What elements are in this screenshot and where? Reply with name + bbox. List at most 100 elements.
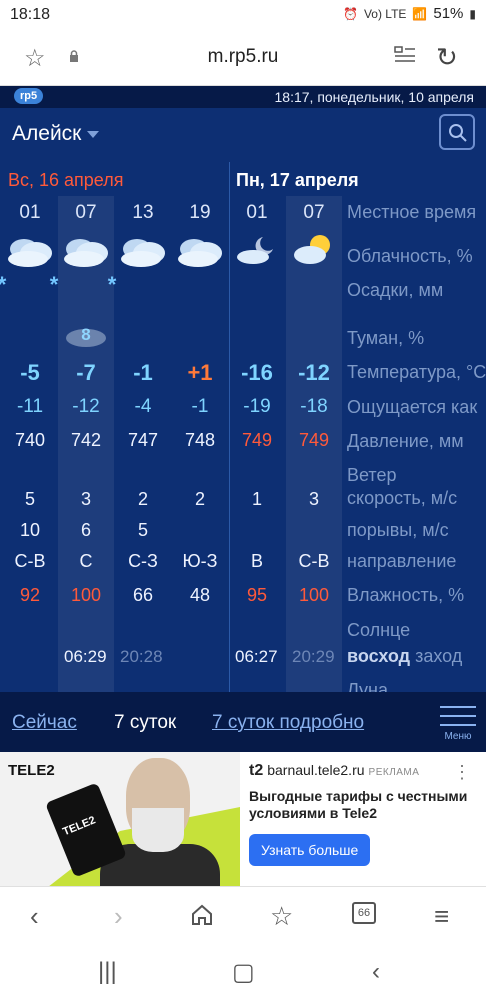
- humidity-cell: 100: [70, 585, 102, 605]
- battery-text: 51%: [433, 5, 464, 22]
- rp5-logo[interactable]: rp5: [14, 88, 44, 104]
- temp-cell: -7: [76, 360, 96, 385]
- humidity-cell: 100: [298, 585, 330, 605]
- humidity-cell: 48: [189, 585, 211, 605]
- label-wind-speed: скорость, м/с: [347, 488, 458, 508]
- clock: 18:18: [10, 6, 51, 23]
- alarm-icon: ⏰: [342, 6, 358, 21]
- gust-cell: 10: [19, 520, 41, 540]
- home-icon[interactable]: [190, 903, 214, 927]
- feels-cell: -12: [72, 396, 100, 417]
- pressure-cell: 749: [298, 430, 330, 450]
- hour-cell: 19: [189, 202, 211, 223]
- overcast-cloud-icon: [121, 239, 165, 267]
- week-tab[interactable]: 7 суток: [114, 712, 176, 734]
- learn-more-button[interactable]: Узнать больше: [249, 834, 371, 866]
- humidity-cell: 66: [132, 585, 154, 605]
- home-button-icon[interactable]: ▢: [232, 958, 255, 987]
- ad-brand-logo: TELE2: [8, 762, 55, 779]
- t2-logo: t2: [249, 762, 264, 779]
- pressure-cell: 740: [14, 430, 46, 450]
- label-feels: Ощущается как: [347, 397, 478, 417]
- wind-speed-cell: 1: [251, 489, 262, 509]
- reload-icon[interactable]: ↻: [436, 42, 458, 73]
- wind-speed-cell: 2: [137, 489, 148, 509]
- bookmarks-icon[interactable]: ☆: [270, 901, 293, 932]
- label-sunset: заход: [415, 646, 463, 666]
- reader-mode-icon[interactable]: [394, 46, 416, 66]
- browser-menu-icon[interactable]: ≡: [434, 901, 449, 932]
- search-button[interactable]: [439, 114, 475, 150]
- now-link[interactable]: Сейчас: [12, 712, 77, 734]
- ad-source: t2 barnaul.tele2.ru РЕКЛАМА: [249, 762, 420, 779]
- wind-direction-cell: С-В: [298, 551, 330, 571]
- menu-button[interactable]: Меню: [440, 706, 476, 742]
- sunrise-time: 06:29: [64, 647, 107, 666]
- label-wind: Ветер: [347, 465, 397, 485]
- wind-direction-cell: Ю-З: [182, 551, 218, 571]
- hour-cell: 13: [132, 202, 154, 223]
- hour-cell: 07: [303, 202, 325, 223]
- back-icon[interactable]: ‹: [30, 901, 39, 932]
- battery-icon: ▮: [469, 6, 476, 21]
- overcast-cloud-icon: [8, 239, 52, 267]
- wind-direction-cell: С-В: [14, 551, 46, 571]
- wind-direction-cell: С: [79, 551, 93, 571]
- wind-speed-cell: 3: [80, 489, 91, 509]
- top-strip: rp5 18:17, понедельник, 10 апреля: [0, 86, 486, 108]
- ad-banner[interactable]: TELE2 TELE2 t2 barnaul.tele2.ru РЕКЛАМА ⋮ …: [0, 752, 486, 886]
- feels-cell: -19: [243, 396, 271, 417]
- browser-address-bar: ☆ m.rp5.ru ↻: [0, 30, 486, 86]
- precip-cell: *: [107, 272, 117, 297]
- tabs-count-button[interactable]: 66: [352, 902, 376, 924]
- forward-icon[interactable]: ›: [114, 901, 123, 932]
- ad-text: t2 barnaul.tele2.ru РЕКЛАМА ⋮ Выгодные тар…: [249, 762, 481, 866]
- feels-cell: -4: [134, 396, 152, 417]
- label-direction: направление: [347, 551, 457, 571]
- overcast-cloud-icon: [178, 239, 222, 267]
- hamburger-icon: [440, 706, 476, 708]
- city-selector[interactable]: Алейск: [12, 122, 100, 146]
- wind-direction-cell: С-З: [128, 551, 158, 571]
- day-header: Вс, 16 апреля: [8, 170, 124, 190]
- recent-apps-icon[interactable]: |||: [98, 958, 117, 986]
- feels-cell: -11: [16, 396, 44, 417]
- ad-headline: Выгодные тарифы с честными условиями в T…: [249, 788, 468, 821]
- wind-speed-cell: 5: [24, 489, 35, 509]
- day-header: Пн, 17 апреля: [236, 170, 359, 190]
- pressure-cell: 749: [241, 430, 273, 450]
- menu-label: Меню: [444, 731, 472, 742]
- temp-cell: -12: [298, 360, 330, 385]
- humidity-cell: 95: [246, 585, 268, 605]
- system-back-icon[interactable]: ‹: [372, 958, 380, 986]
- more-options-icon[interactable]: ⋮: [453, 762, 471, 783]
- current-datetime: 18:17, понедельник, 10 апреля: [274, 89, 475, 105]
- overcast-cloud-icon: [64, 239, 108, 267]
- gust-cell: 5: [137, 520, 148, 540]
- fog-cell: 8: [58, 324, 114, 350]
- temp-cell: +1: [187, 360, 213, 385]
- label-gusts: порывы, м/с: [347, 520, 449, 540]
- wind-speed-cell: 3: [308, 489, 319, 509]
- label-sun: Солнце: [347, 620, 411, 640]
- label-fog: Туман, %: [347, 328, 425, 348]
- label-pressure: Давление, мм: [347, 431, 464, 451]
- browser-toolbar: ‹ › ☆ ≡: [0, 886, 486, 944]
- status-bar: 18:18 ⏰ Vo) LTE 📶 51% ▮: [0, 0, 486, 30]
- label-precip: Осадки, мм: [347, 280, 444, 300]
- feels-cell: -1: [191, 396, 209, 417]
- pressure-cell: 748: [184, 430, 216, 450]
- wifi-icon: 📶: [412, 6, 428, 21]
- week-detail-link[interactable]: 7 суток подробно: [212, 712, 364, 734]
- fog-value: 8: [81, 325, 91, 344]
- sunrise-time: 06:27: [235, 647, 278, 666]
- system-nav-bar: ||| ▢ ‹: [0, 944, 486, 1000]
- feels-cell: -18: [300, 396, 328, 417]
- label-humidity: Влажность, %: [347, 585, 465, 605]
- ad-image[interactable]: TELE2 TELE2: [0, 752, 240, 886]
- pressure-cell: 747: [127, 430, 159, 450]
- temp-cell: -16: [241, 360, 273, 385]
- sunset-time: 20:29: [292, 647, 335, 666]
- temp-cell: -1: [133, 360, 153, 385]
- label-sunrise-sunset: восход заход: [347, 646, 462, 667]
